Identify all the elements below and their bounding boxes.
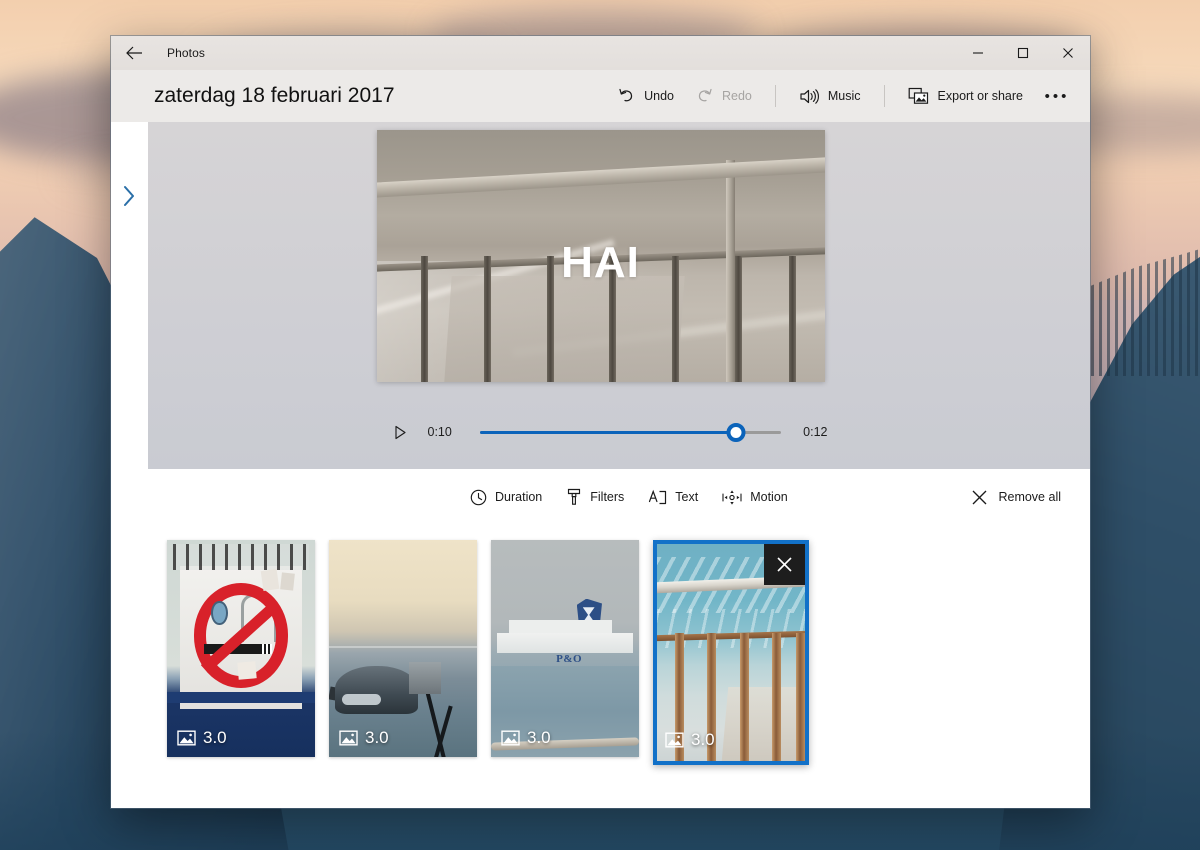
redo-label: Redo — [721, 89, 752, 103]
preview-deck — [444, 276, 685, 382]
close-x-icon — [777, 557, 792, 572]
speaker-icon — [800, 88, 819, 104]
card-duration-value: 3.0 — [203, 728, 227, 747]
minimize-icon — [972, 52, 983, 54]
command-bar: zaterdag 18 februari 2017 Undo Redo Musi… — [111, 70, 1090, 122]
card-duration: 3.0 — [177, 728, 227, 748]
minimize-button[interactable] — [955, 36, 1000, 70]
export-share-icon — [908, 87, 928, 104]
toolbar-separator — [883, 85, 885, 107]
storyboard-editor: Duration Filters Text Motion Remove all … — [111, 469, 1090, 808]
edit-tool-group: Duration Filters Text Motion — [459, 481, 799, 513]
back-button[interactable] — [111, 36, 157, 70]
duration-label: Duration — [495, 490, 543, 504]
export-or-share-button[interactable]: Export or share — [897, 78, 1034, 114]
text-label: Text — [675, 490, 699, 504]
page-title: zaterdag 18 februari 2017 — [154, 84, 395, 107]
close-x-icon — [973, 490, 987, 504]
toolbar-separator — [774, 85, 776, 107]
preview-stage: HAI 0:10 0:12 — [111, 122, 1090, 469]
photos-app-window: Photos zaterdag 18 februari 2017 Undo Re… — [111, 36, 1090, 808]
card-thumbnail: P&O — [491, 540, 639, 757]
slider-fill — [479, 430, 736, 434]
music-button[interactable]: Music — [788, 78, 872, 114]
preview-overlay-text: HAI — [561, 237, 640, 287]
ship-logo: P&O — [556, 652, 583, 665]
window-controls — [955, 36, 1090, 70]
back-arrow-icon — [125, 46, 142, 60]
slider-thumb[interactable] — [726, 422, 746, 442]
image-icon — [665, 732, 684, 748]
redo-icon — [698, 88, 712, 102]
undo-icon — [619, 88, 633, 102]
play-icon — [395, 425, 406, 439]
text-button[interactable]: Text — [637, 482, 709, 513]
motion-icon — [722, 489, 742, 505]
redo-button[interactable]: Redo — [685, 78, 763, 114]
remove-all-button[interactable]: Remove all — [960, 482, 1072, 513]
image-icon — [177, 730, 196, 746]
play-button[interactable] — [388, 419, 414, 445]
sidebar-expand-button[interactable] — [111, 122, 148, 469]
app-title: Photos — [167, 46, 205, 60]
image-icon — [339, 730, 358, 746]
card-duration-value: 3.0 — [691, 730, 715, 749]
card-thumbnail — [329, 540, 477, 757]
card-duration: 3.0 — [501, 728, 551, 748]
card-duration: 3.0 — [339, 728, 389, 748]
video-preview[interactable]: HAI — [376, 130, 825, 382]
storyboard-card[interactable]: 3.0 — [167, 540, 315, 757]
export-or-share-label: Export or share — [937, 89, 1023, 103]
playback-bar: 0:10 0:12 — [380, 419, 828, 445]
motion-button[interactable]: Motion — [711, 482, 799, 513]
brush-icon — [568, 488, 581, 505]
clock-icon — [470, 489, 487, 505]
undo-button[interactable]: Undo — [607, 78, 685, 114]
more-options-icon: ••• — [1044, 87, 1070, 105]
remove-all-label: Remove all — [998, 490, 1061, 504]
card-duration-value: 3.0 — [527, 728, 551, 747]
card-duration: 3.0 — [665, 730, 715, 750]
preview-container: HAI 0:10 0:12 — [374, 130, 828, 445]
close-icon — [1062, 48, 1073, 58]
card-thumbnail — [167, 540, 315, 757]
progress-slider[interactable] — [479, 421, 782, 443]
remove-card-button[interactable] — [764, 544, 805, 585]
storyboard-card[interactable]: 3.0 — [329, 540, 477, 757]
maximize-icon — [1017, 47, 1028, 59]
storyboard-card-selected[interactable]: 3.0 — [653, 540, 809, 765]
chevron-right-icon — [124, 186, 134, 206]
card-duration-value: 3.0 — [365, 728, 389, 747]
storyboard-card[interactable]: P&O 3.0 — [491, 540, 639, 757]
current-time: 0:10 — [427, 425, 452, 439]
music-label: Music — [827, 89, 861, 103]
close-button[interactable] — [1045, 36, 1090, 70]
duration-button[interactable]: Duration — [459, 482, 553, 513]
undo-label: Undo — [644, 89, 674, 103]
filters-button[interactable]: Filters — [555, 481, 635, 513]
storyboard-strip: 3.0 3.0 P&O 3.0 3.0 — [111, 525, 1090, 808]
text-icon — [649, 489, 667, 504]
motion-label: Motion — [750, 490, 788, 504]
filters-label: Filters — [590, 490, 625, 504]
image-icon — [501, 730, 520, 746]
command-bar-actions: Undo Redo Music Export or share ••• — [607, 70, 1076, 122]
desktop-wallpaper: Photos zaterdag 18 februari 2017 Undo Re… — [0, 0, 1200, 850]
title-bar: Photos — [111, 36, 1090, 70]
total-time: 0:12 — [803, 425, 828, 439]
maximize-button[interactable] — [1000, 36, 1045, 70]
edit-toolbar: Duration Filters Text Motion Remove all — [111, 469, 1090, 525]
more-options-button[interactable]: ••• — [1038, 79, 1076, 113]
